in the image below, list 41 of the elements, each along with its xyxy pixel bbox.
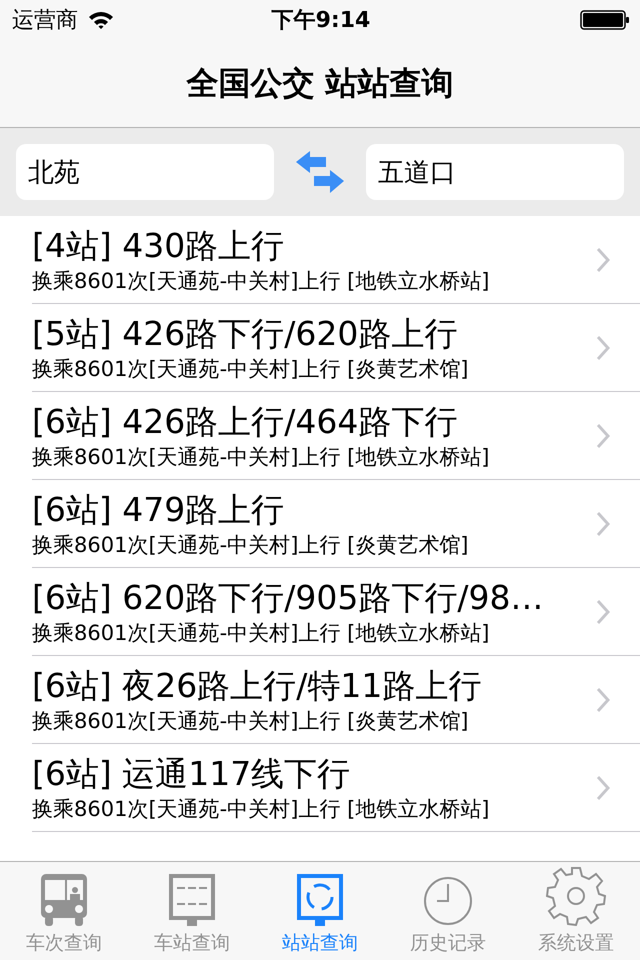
chevron-icon: [596, 334, 610, 360]
status-time: 下午9:14: [272, 7, 370, 35]
board-icon: [169, 874, 215, 926]
route-title: [6站] 夜26路上行/特11路上行: [32, 664, 482, 706]
chevron-icon: [596, 246, 610, 272]
chevron-icon: [596, 598, 610, 624]
carrier-name: 运营商: [12, 7, 78, 35]
route-detail: 换乘8601次[天通苑-中关村]上行 [地铁立水桥站]: [32, 444, 490, 470]
route-row[interactable]: [4站] 430路上行 换乘8601次[天通苑-中关村]上行 [地铁立水桥站]: [32, 216, 640, 304]
chevron-icon: [596, 422, 610, 448]
route-title: [6站] 运通117线下行: [32, 752, 352, 794]
wifi-icon: [88, 11, 114, 29]
clock-icon: [423, 876, 473, 926]
roundabout-icon: [297, 874, 343, 926]
chevron-icon: [596, 774, 610, 800]
route-title: [6站] 620路下行/905路下行/98…: [32, 576, 544, 618]
route-row[interactable]: [6站] 620路下行/905路下行/98… 换乘8601次[天通苑-中关村]上行 [地铁立水桥站]: [32, 568, 640, 656]
route-title: [4站] 430路上行: [32, 224, 286, 266]
battery-icon: [580, 10, 630, 30]
route-title: [6站] 479路上行: [32, 488, 286, 530]
nav-title: 全国公交 站站查询: [186, 62, 454, 104]
route-title: [6站] 426路上行/464路下行: [32, 400, 458, 442]
chevron-icon: [596, 686, 610, 712]
route-detail: 换乘8601次[天通苑-中关村]上行 [地铁立水桥站]: [32, 620, 490, 646]
route-row[interactable]: [6站] 479路上行 换乘8601次[天通苑-中关村]上行 [炎黄艺术馆]: [32, 480, 640, 568]
route-row[interactable]: [5站] 426路下行/620路上行 换乘8601次[天通苑-中关村]上行 [炎黄艺术馆]: [32, 304, 640, 392]
route-title: [5站] 426路下行/620路上行: [32, 312, 458, 354]
to-station-field[interactable]: 五道口: [366, 144, 624, 200]
from-station-field[interactable]: 北苑: [16, 144, 274, 200]
route-detail: 换乘8601次[天通苑-中关村]上行 [炎黄艺术馆]: [32, 356, 470, 382]
swap-icon[interactable]: [296, 151, 344, 193]
settings-icon: [546, 866, 606, 926]
route-row[interactable]: [6站] 426路上行/464路下行 换乘8601次[天通苑-中关村]上行 [地铁立水桥站]: [32, 392, 640, 480]
route-detail: 换乘8601次[天通苑-中关村]上行 [炎黄艺术馆]: [32, 708, 470, 734]
route-detail: 换乘8601次[天通苑-中关村]上行 [炎黄艺术馆]: [32, 532, 470, 558]
bus-icon: [41, 874, 87, 926]
route-row[interactable]: [6站] 夜26路上行/特11路上行 换乘8601次[天通苑-中关村]上行 [炎黄艺术馆]: [32, 656, 640, 744]
route-row[interactable]: [6站] 运通117线下行 换乘8601次[天通苑-中关村]上行 [地铁立水桥站]: [32, 744, 640, 832]
chevron-icon: [596, 510, 610, 536]
route-detail: 换乘8601次[天通苑-中关村]上行 [地铁立水桥站]: [32, 268, 490, 294]
route-detail: 换乘8601次[天通苑-中关村]上行 [地铁立水桥站]: [32, 796, 490, 822]
